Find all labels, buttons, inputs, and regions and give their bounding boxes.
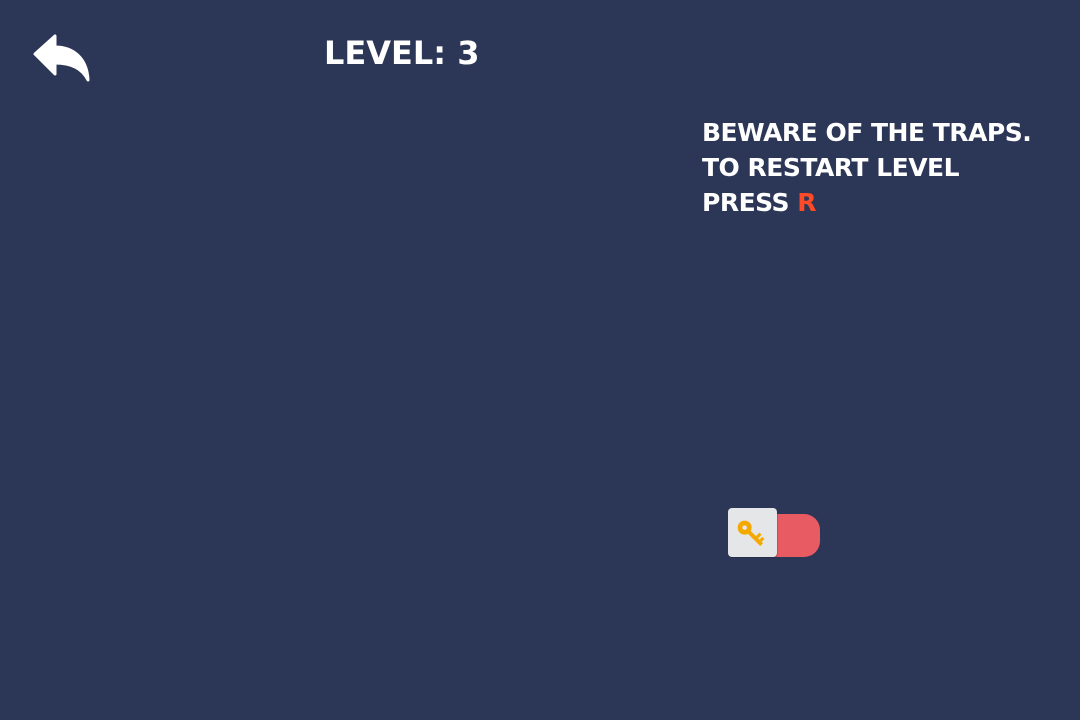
level-title: Level: 3 — [324, 34, 480, 72]
switch-knob[interactable] — [728, 508, 777, 557]
hint-line-traps: Beware of the traps. — [702, 118, 1032, 147]
back-button[interactable] — [33, 32, 91, 84]
key-switch[interactable] — [728, 508, 820, 558]
hint-press-label: press — [702, 188, 798, 217]
key-icon — [734, 517, 768, 551]
restart-key-label: R — [797, 188, 817, 217]
reply-arrow-icon — [33, 32, 91, 84]
hint-line-press: press R — [702, 185, 1062, 220]
hint-line-restart: To restart level — [702, 153, 960, 182]
hint-text: Beware of the traps. To restart level pr… — [702, 115, 1062, 220]
